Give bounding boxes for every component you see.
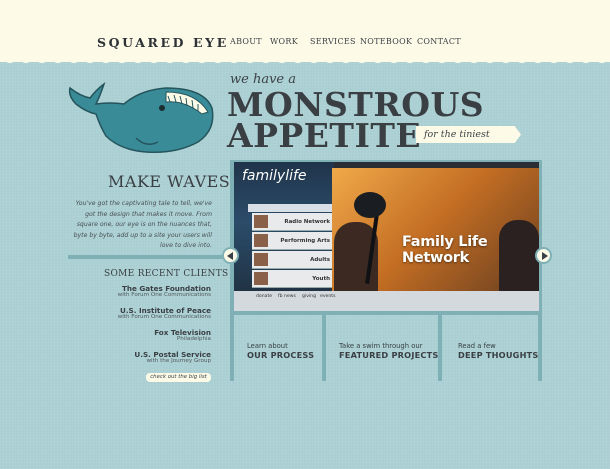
client-sub: with the Journey Group: [146, 358, 211, 364]
slide-footer-item: giving: [302, 294, 317, 299]
thoughts-intro: Read a few: [458, 342, 496, 350]
slide-menu-label: Performing Arts: [280, 238, 330, 244]
nav-work[interactable]: WORK: [270, 37, 298, 46]
column-divider: [230, 315, 234, 381]
slide-menu-label: Youth: [312, 276, 330, 282]
slide-footer-item: donate: [256, 294, 273, 299]
client-sub: with Forum One Communications: [117, 314, 211, 320]
nav-contact[interactable]: CONTACT: [417, 37, 461, 46]
clients-title: SOME RECENT CLIENTS: [104, 269, 229, 279]
slide-menu-label: Adults: [310, 257, 330, 263]
hero-headline-line2: APPETITE: [227, 116, 422, 155]
client-sub: Philadelphia: [176, 336, 211, 342]
slide-footer-item: fb news: [278, 294, 296, 299]
column-divider: [322, 315, 326, 381]
logo[interactable]: SQUARED EYE: [97, 35, 229, 50]
arrow-left-icon: [227, 252, 233, 260]
slide-footer-item: events: [320, 294, 336, 299]
slide-menu-label: Radio Network: [284, 219, 330, 225]
microphone-icon: [354, 192, 386, 218]
slide-menu-item: Adults: [252, 251, 334, 269]
section-divider: [68, 255, 230, 259]
intro-body: You've got the captivating tale to tell,…: [73, 200, 212, 250]
slide-menu-item: Performing Arts: [252, 232, 334, 250]
big-list-link[interactable]: check out the big list: [146, 373, 211, 382]
our-process-link[interactable]: OUR PROCESS: [247, 350, 314, 360]
slider-prev-button[interactable]: [222, 247, 239, 264]
slide-tabs: [248, 204, 334, 212]
slide-image[interactable]: familylife Radio Network Performing Arts…: [234, 162, 539, 311]
nav-about[interactable]: ABOUT: [230, 37, 262, 46]
slide-title: Family Life Network: [402, 234, 488, 266]
column-divider: [438, 315, 442, 381]
nav-services[interactable]: SERVICES: [310, 37, 356, 46]
wave-border: [0, 52, 610, 63]
intro-title: MAKE WAVES!: [108, 172, 238, 191]
slider-next-button[interactable]: [535, 247, 552, 264]
familylife-logo: familylife: [242, 168, 307, 184]
whale-mascot: [68, 81, 214, 154]
nav-notebook[interactable]: NOTEBOOK: [360, 37, 412, 46]
arrow-right-icon: [542, 252, 548, 260]
client-sub: with Forum One Communications: [117, 292, 211, 298]
process-intro: Learn about: [247, 342, 288, 350]
deep-thoughts-link[interactable]: DEEP THOUGHTS: [458, 350, 539, 360]
featured-projects-link[interactable]: FEATURED PROJECTS: [339, 350, 438, 360]
hero-ribbon: for the tiniest details: [416, 126, 521, 143]
slide-menu-item: Youth: [252, 270, 334, 288]
projects-intro: Take a swim through our: [339, 342, 423, 350]
slide-menu-item: Radio Network: [252, 213, 334, 231]
column-divider: [538, 315, 542, 381]
